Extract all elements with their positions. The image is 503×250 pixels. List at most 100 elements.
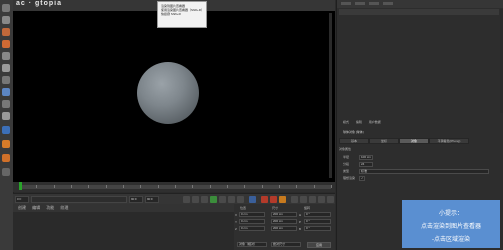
max-frame-field[interactable]: 90 F bbox=[145, 196, 159, 203]
tool-icon[interactable] bbox=[2, 112, 10, 120]
pos-x-field[interactable]: 0 cm bbox=[239, 212, 265, 217]
timeline-tick bbox=[140, 185, 142, 188]
pos-z-field[interactable]: 0 cm bbox=[239, 226, 265, 231]
rot-label: P bbox=[299, 220, 302, 224]
tool-icon[interactable] bbox=[2, 64, 10, 72]
section-header: 对象属性 bbox=[339, 147, 352, 151]
tip-box: 小提示： 点击渲染到图片查看器 -点击区域渲染 bbox=[402, 200, 500, 248]
rot-b-field[interactable]: 0 ° bbox=[304, 226, 331, 231]
tool-icon[interactable] bbox=[2, 140, 10, 148]
viewport-scrollbar[interactable] bbox=[329, 13, 332, 178]
material-manager: 创建 编辑 功能 纹理 bbox=[13, 204, 234, 250]
rot-p-field[interactable]: 0 ° bbox=[304, 219, 331, 224]
size-x-field[interactable]: 200 cm bbox=[271, 212, 297, 217]
timeline-tick bbox=[227, 185, 228, 188]
scale-key-icon[interactable] bbox=[309, 196, 316, 203]
size-mode-dropdown[interactable]: 绝对尺寸 bbox=[271, 242, 301, 247]
coordinate-mode-dropdown[interactable]: 对象（相对） bbox=[237, 242, 267, 247]
timeline-tick bbox=[313, 185, 315, 188]
object-row[interactable] bbox=[339, 9, 499, 15]
tab-phong[interactable]: 平滑着色(Phong) bbox=[429, 138, 469, 144]
viewport[interactable] bbox=[13, 11, 335, 182]
tool-icon[interactable] bbox=[2, 100, 10, 108]
param-row: 半径 100 cm bbox=[337, 155, 497, 160]
tab-object[interactable]: 对象 bbox=[399, 138, 429, 144]
size-z-field[interactable]: 200 cm bbox=[271, 226, 297, 231]
timeline-tick bbox=[88, 185, 90, 188]
sphere-object[interactable] bbox=[137, 62, 199, 124]
radius-field[interactable]: 100 cm bbox=[359, 155, 373, 160]
timeline[interactable] bbox=[13, 182, 335, 192]
menu-edit[interactable]: 编辑 bbox=[356, 119, 362, 126]
tool-icon[interactable] bbox=[2, 16, 10, 24]
timeline-tick bbox=[36, 185, 38, 188]
axis-label: X bbox=[235, 213, 238, 217]
next-frame-button[interactable] bbox=[219, 196, 226, 203]
tool-icon[interactable] bbox=[2, 126, 10, 134]
apply-button[interactable]: 应用 bbox=[307, 242, 331, 248]
prev-frame-button[interactable] bbox=[201, 196, 208, 203]
position-key-icon[interactable] bbox=[291, 196, 298, 203]
timeline-tick bbox=[123, 185, 124, 188]
timeline-track[interactable] bbox=[19, 185, 332, 189]
frame-range-slider[interactable] bbox=[31, 196, 127, 203]
tool-icon[interactable] bbox=[2, 154, 10, 162]
tool-icon[interactable] bbox=[2, 28, 10, 36]
size-y-field[interactable]: 200 cm bbox=[271, 219, 297, 224]
menu-item[interactable] bbox=[355, 2, 365, 5]
end-frame-field[interactable]: 90 F bbox=[129, 196, 143, 203]
start-frame-field[interactable]: 0 F bbox=[15, 196, 29, 203]
timeline-tick bbox=[175, 185, 176, 188]
tab-basic[interactable]: 基本 bbox=[339, 138, 369, 144]
pos-y-field[interactable]: 0 cm bbox=[239, 219, 265, 224]
play-button[interactable] bbox=[210, 196, 217, 203]
tool-icon[interactable] bbox=[2, 4, 10, 12]
segments-field[interactable]: 24 bbox=[359, 162, 373, 167]
type-dropdown[interactable]: 标准 bbox=[359, 169, 489, 174]
menu-function[interactable]: 功能 bbox=[46, 204, 54, 212]
param-label: 类型 bbox=[343, 169, 350, 173]
auto-key-button[interactable] bbox=[270, 196, 277, 203]
tool-icon[interactable] bbox=[2, 40, 10, 48]
menu-mode[interactable]: 模式 bbox=[343, 119, 349, 126]
object-menu-bar bbox=[337, 0, 503, 8]
record-mode-icon[interactable] bbox=[249, 196, 256, 203]
tool-icon[interactable] bbox=[2, 52, 10, 60]
menu-item[interactable] bbox=[369, 2, 379, 5]
menu-item[interactable] bbox=[341, 2, 351, 5]
object-title: 球体对象 [球体] bbox=[343, 130, 364, 134]
record-key-button[interactable] bbox=[261, 196, 268, 203]
menu-user-data[interactable]: 用户数据 bbox=[369, 119, 381, 126]
menu-create[interactable]: 创建 bbox=[18, 204, 26, 212]
timeline-tick bbox=[71, 185, 72, 188]
tab-coord[interactable]: 坐标 bbox=[369, 138, 399, 144]
material-menu-bar: 创建 编辑 功能 纹理 bbox=[13, 204, 234, 212]
param-row: 理想渲染 ✓ bbox=[337, 176, 497, 181]
key-selection-button[interactable] bbox=[279, 196, 286, 203]
attribute-menu-bar: 模式 编辑 用户数据 bbox=[337, 119, 503, 126]
left-toolbar bbox=[0, 0, 14, 250]
next-key-button[interactable] bbox=[228, 196, 235, 203]
rotation-key-icon[interactable] bbox=[300, 196, 307, 203]
menu-edit[interactable]: 编辑 bbox=[32, 204, 40, 212]
tool-icon[interactable] bbox=[2, 168, 10, 176]
header-position: 位置 bbox=[240, 206, 247, 210]
rot-label: B bbox=[299, 227, 302, 231]
prev-key-button[interactable] bbox=[192, 196, 199, 203]
render-perfect-checkbox[interactable]: ✓ bbox=[359, 176, 365, 181]
go-to-end-button[interactable] bbox=[237, 196, 244, 203]
menu-item[interactable] bbox=[383, 2, 393, 5]
param-label: 理想渲染 bbox=[343, 176, 356, 180]
pla-key-icon[interactable] bbox=[327, 196, 334, 203]
menu-texture[interactable]: 纹理 bbox=[60, 204, 68, 212]
tooltip-line: 快捷键 Shift+R bbox=[161, 12, 181, 16]
axis-label: Z bbox=[235, 227, 237, 231]
timeline-tick bbox=[192, 185, 194, 188]
tool-icon[interactable] bbox=[2, 76, 10, 84]
tool-icon[interactable] bbox=[2, 88, 10, 96]
playhead[interactable] bbox=[19, 182, 22, 190]
rot-label: H bbox=[299, 213, 302, 217]
rot-h-field[interactable]: 0 ° bbox=[304, 212, 331, 217]
go-to-start-button[interactable] bbox=[183, 196, 190, 203]
param-key-icon[interactable] bbox=[318, 196, 325, 203]
